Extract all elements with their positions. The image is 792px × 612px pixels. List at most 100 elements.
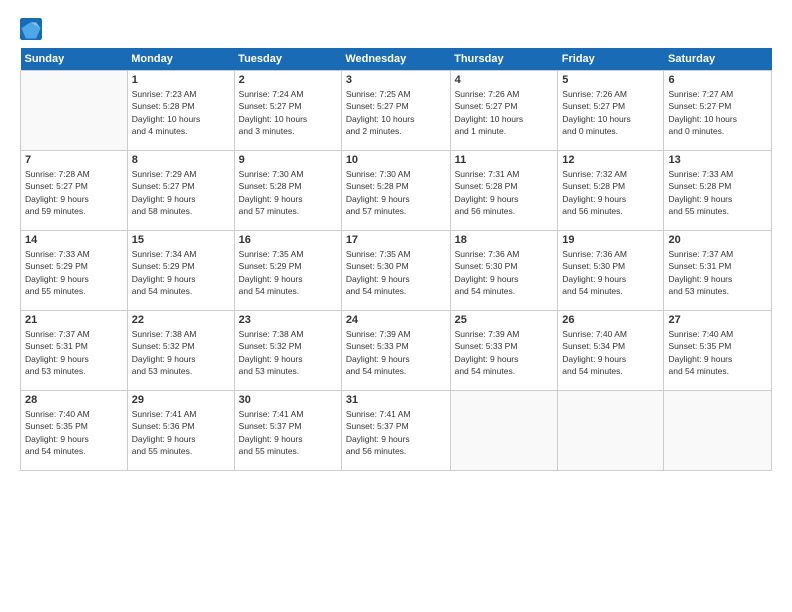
day-info: Sunrise: 7:40 AM Sunset: 5:35 PM Dayligh… — [668, 328, 767, 377]
day-number: 17 — [346, 234, 446, 246]
day-info: Sunrise: 7:38 AM Sunset: 5:32 PM Dayligh… — [132, 328, 230, 377]
day-number: 9 — [239, 154, 337, 166]
day-info: Sunrise: 7:28 AM Sunset: 5:27 PM Dayligh… — [25, 168, 123, 217]
day-cell: 26 Sunrise: 7:40 AM Sunset: 5:34 PM Dayli… — [558, 311, 664, 391]
day-cell: 25 Sunrise: 7:39 AM Sunset: 5:33 PM Dayli… — [450, 311, 558, 391]
day-number: 30 — [239, 394, 337, 406]
day-number: 21 — [25, 314, 123, 326]
day-info: Sunrise: 7:27 AM Sunset: 5:27 PM Dayligh… — [668, 88, 767, 137]
day-cell: 5Sunrise: 7:26 AM Sunset: 5:27 PM Daylig… — [558, 71, 664, 151]
day-cell: 9 Sunrise: 7:30 AM Sunset: 5:28 PM Daylig… — [234, 151, 341, 231]
day-number: 20 — [668, 234, 767, 246]
day-cell — [664, 391, 772, 471]
header-cell-sunday: Sunday — [21, 48, 128, 71]
day-number: 2 — [239, 74, 337, 86]
logo — [20, 18, 46, 40]
day-info: Sunrise: 7:41 AM Sunset: 5:37 PM Dayligh… — [239, 408, 337, 457]
header-cell-tuesday: Tuesday — [234, 48, 341, 71]
page: SundayMondayTuesdayWednesdayThursdayFrid… — [0, 0, 792, 612]
day-info: Sunrise: 7:36 AM Sunset: 5:30 PM Dayligh… — [455, 248, 554, 297]
day-number: 22 — [132, 314, 230, 326]
day-number: 11 — [455, 154, 554, 166]
day-number: 10 — [346, 154, 446, 166]
day-info: Sunrise: 7:33 AM Sunset: 5:29 PM Dayligh… — [25, 248, 123, 297]
day-number: 15 — [132, 234, 230, 246]
day-info: Sunrise: 7:37 AM Sunset: 5:31 PM Dayligh… — [668, 248, 767, 297]
day-number: 1 — [132, 74, 230, 86]
day-number: 16 — [239, 234, 337, 246]
week-row-3: 14 Sunrise: 7:33 AM Sunset: 5:29 PM Dayli… — [21, 231, 772, 311]
day-cell: 27 Sunrise: 7:40 AM Sunset: 5:35 PM Dayli… — [664, 311, 772, 391]
day-cell: 18 Sunrise: 7:36 AM Sunset: 5:30 PM Dayli… — [450, 231, 558, 311]
day-cell: 2 Sunrise: 7:24 AM Sunset: 5:27 PM Daylig… — [234, 71, 341, 151]
week-row-5: 28 Sunrise: 7:40 AM Sunset: 5:35 PM Dayli… — [21, 391, 772, 471]
day-number: 6 — [668, 74, 767, 86]
day-info: Sunrise: 7:39 AM Sunset: 5:33 PM Dayligh… — [455, 328, 554, 377]
day-info: Sunrise: 7:26 AM Sunset: 5:27 PM Dayligh… — [455, 88, 554, 137]
day-info: Sunrise: 7:41 AM Sunset: 5:36 PM Dayligh… — [132, 408, 230, 457]
day-info: Sunrise: 7:41 AM Sunset: 5:37 PM Dayligh… — [346, 408, 446, 457]
day-cell: 15 Sunrise: 7:34 AM Sunset: 5:29 PM Dayli… — [127, 231, 234, 311]
day-info: Sunrise: 7:33 AM Sunset: 5:28 PM Dayligh… — [668, 168, 767, 217]
day-number: 4 — [455, 74, 554, 86]
day-number: 29 — [132, 394, 230, 406]
day-number: 31 — [346, 394, 446, 406]
day-number: 14 — [25, 234, 123, 246]
week-row-1: 1Sunrise: 7:23 AM Sunset: 5:28 PM Daylig… — [21, 71, 772, 151]
day-cell: 8 Sunrise: 7:29 AM Sunset: 5:27 PM Daylig… — [127, 151, 234, 231]
day-info: Sunrise: 7:40 AM Sunset: 5:35 PM Dayligh… — [25, 408, 123, 457]
header-cell-monday: Monday — [127, 48, 234, 71]
day-cell: 3 Sunrise: 7:25 AM Sunset: 5:27 PM Daylig… — [341, 71, 450, 151]
day-number: 13 — [668, 154, 767, 166]
day-number: 25 — [455, 314, 554, 326]
day-cell: 17Sunrise: 7:35 AM Sunset: 5:30 PM Dayli… — [341, 231, 450, 311]
day-cell: 19 Sunrise: 7:36 AM Sunset: 5:30 PM Dayli… — [558, 231, 664, 311]
day-number: 19 — [562, 234, 659, 246]
day-number: 5 — [562, 74, 659, 86]
day-number: 8 — [132, 154, 230, 166]
day-number: 3 — [346, 74, 446, 86]
logo-icon — [20, 18, 42, 40]
header-row: SundayMondayTuesdayWednesdayThursdayFrid… — [21, 48, 772, 71]
day-cell: 28 Sunrise: 7:40 AM Sunset: 5:35 PM Dayli… — [21, 391, 128, 471]
day-cell: 6 Sunrise: 7:27 AM Sunset: 5:27 PM Daylig… — [664, 71, 772, 151]
day-info: Sunrise: 7:34 AM Sunset: 5:29 PM Dayligh… — [132, 248, 230, 297]
week-row-2: 7Sunrise: 7:28 AM Sunset: 5:27 PM Daylig… — [21, 151, 772, 231]
day-info: Sunrise: 7:30 AM Sunset: 5:28 PM Dayligh… — [346, 168, 446, 217]
day-info: Sunrise: 7:29 AM Sunset: 5:27 PM Dayligh… — [132, 168, 230, 217]
day-info: Sunrise: 7:30 AM Sunset: 5:28 PM Dayligh… — [239, 168, 337, 217]
day-cell: 20 Sunrise: 7:37 AM Sunset: 5:31 PM Dayli… — [664, 231, 772, 311]
day-info: Sunrise: 7:36 AM Sunset: 5:30 PM Dayligh… — [562, 248, 659, 297]
day-number: 18 — [455, 234, 554, 246]
day-number: 24 — [346, 314, 446, 326]
day-cell: 11Sunrise: 7:31 AM Sunset: 5:28 PM Dayli… — [450, 151, 558, 231]
day-cell: 14 Sunrise: 7:33 AM Sunset: 5:29 PM Dayli… — [21, 231, 128, 311]
day-cell: 12 Sunrise: 7:32 AM Sunset: 5:28 PM Dayli… — [558, 151, 664, 231]
header-cell-friday: Friday — [558, 48, 664, 71]
day-cell: 13 Sunrise: 7:33 AM Sunset: 5:28 PM Dayli… — [664, 151, 772, 231]
day-cell — [21, 71, 128, 151]
day-info: Sunrise: 7:24 AM Sunset: 5:27 PM Dayligh… — [239, 88, 337, 137]
day-info: Sunrise: 7:25 AM Sunset: 5:27 PM Dayligh… — [346, 88, 446, 137]
day-cell: 7Sunrise: 7:28 AM Sunset: 5:27 PM Daylig… — [21, 151, 128, 231]
day-cell: 29 Sunrise: 7:41 AM Sunset: 5:36 PM Dayli… — [127, 391, 234, 471]
day-number: 26 — [562, 314, 659, 326]
day-number: 12 — [562, 154, 659, 166]
day-cell: 30 Sunrise: 7:41 AM Sunset: 5:37 PM Dayli… — [234, 391, 341, 471]
day-info: Sunrise: 7:38 AM Sunset: 5:32 PM Dayligh… — [239, 328, 337, 377]
day-cell: 22 Sunrise: 7:38 AM Sunset: 5:32 PM Dayli… — [127, 311, 234, 391]
day-cell: 21 Sunrise: 7:37 AM Sunset: 5:31 PM Dayli… — [21, 311, 128, 391]
day-cell: 4 Sunrise: 7:26 AM Sunset: 5:27 PM Daylig… — [450, 71, 558, 151]
day-number: 27 — [668, 314, 767, 326]
day-cell: 10 Sunrise: 7:30 AM Sunset: 5:28 PM Dayli… — [341, 151, 450, 231]
day-info: Sunrise: 7:39 AM Sunset: 5:33 PM Dayligh… — [346, 328, 446, 377]
day-info: Sunrise: 7:37 AM Sunset: 5:31 PM Dayligh… — [25, 328, 123, 377]
calendar-table: SundayMondayTuesdayWednesdayThursdayFrid… — [20, 48, 772, 471]
day-info: Sunrise: 7:32 AM Sunset: 5:28 PM Dayligh… — [562, 168, 659, 217]
day-cell: 16Sunrise: 7:35 AM Sunset: 5:29 PM Dayli… — [234, 231, 341, 311]
day-cell: 1Sunrise: 7:23 AM Sunset: 5:28 PM Daylig… — [127, 71, 234, 151]
day-cell: 23Sunrise: 7:38 AM Sunset: 5:32 PM Dayli… — [234, 311, 341, 391]
day-info: Sunrise: 7:40 AM Sunset: 5:34 PM Dayligh… — [562, 328, 659, 377]
day-number: 28 — [25, 394, 123, 406]
header-cell-saturday: Saturday — [664, 48, 772, 71]
